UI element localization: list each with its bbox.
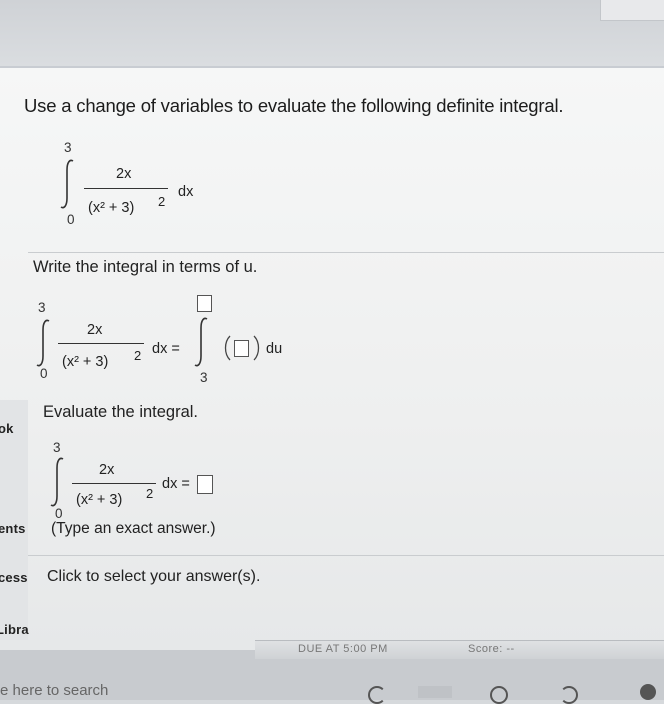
side-nav-contents[interactable]: ents	[0, 521, 26, 536]
integrand-denominator: (x² + 3)	[88, 200, 135, 216]
section-divider	[28, 252, 664, 253]
section-divider-2	[28, 555, 664, 556]
due-time: DUE AT 5:00 PM	[298, 643, 388, 655]
part1-lower-limit: 0	[40, 366, 48, 381]
browser-top-band	[0, 0, 664, 66]
left-nav-strip	[0, 400, 28, 640]
dx-label: dx	[178, 184, 194, 200]
app-icon[interactable]	[490, 686, 508, 704]
part2-upper-limit: 3	[53, 440, 61, 455]
browser-icon[interactable]	[560, 686, 578, 704]
upper-limit-answer-box[interactable]	[197, 295, 212, 312]
denominator-exponent: 2	[158, 194, 166, 209]
instruction-write-in-u: Write the integral in terms of u.	[33, 258, 258, 276]
part1-numerator: 2x	[87, 322, 103, 338]
part1-dx-equals: dx =	[152, 341, 180, 357]
part1-upper-limit: 3	[38, 300, 46, 315]
integral-upper-limit: 3	[64, 140, 72, 155]
integral-lower-limit: 0	[67, 212, 75, 227]
chrome-icon[interactable]	[640, 684, 656, 700]
part2-integral-sign	[50, 457, 64, 507]
part2-fraction-bar	[72, 483, 156, 485]
cortana-icon[interactable]	[368, 686, 386, 704]
side-nav-access[interactable]: cess	[0, 570, 28, 585]
part2-dx-equals: dx =	[162, 476, 190, 492]
fraction-bar	[84, 188, 168, 190]
task-view-icon[interactable]	[418, 686, 452, 698]
instruction-evaluate: Evaluate the integral.	[43, 403, 199, 421]
part1-integral-sign	[36, 319, 50, 367]
part1-denominator: (x² + 3)	[62, 354, 109, 370]
question-prompt: Use a change of variables to evaluate th…	[24, 95, 564, 116]
score-label: Score: --	[468, 643, 515, 655]
integrand-answer-box[interactable]	[234, 340, 249, 357]
rhs-integral-sign	[194, 317, 208, 367]
part2-lower-limit: 0	[55, 506, 63, 521]
final-answer-box[interactable]	[197, 475, 213, 494]
side-nav-library[interactable]: Libra	[0, 622, 29, 637]
exact-answer-hint: (Type an exact answer.)	[51, 520, 216, 537]
part2-denominator: (x² + 3)	[76, 492, 123, 508]
click-to-select-prompt[interactable]: Click to select your answer(s).	[47, 568, 260, 586]
side-nav-book[interactable]: ok	[0, 421, 14, 436]
part1-exponent: 2	[134, 348, 142, 363]
integral-sign	[60, 159, 74, 209]
part1-fraction-bar	[58, 343, 144, 345]
taskbar-search-input[interactable]: e here to search	[0, 682, 108, 699]
rhs-lower-limit: 3	[200, 370, 208, 385]
window-button[interactable]	[600, 0, 664, 21]
integrand-numerator: 2x	[116, 166, 132, 182]
du-label: du	[266, 341, 283, 357]
part2-numerator: 2x	[99, 462, 115, 478]
part2-exponent: 2	[146, 486, 154, 501]
